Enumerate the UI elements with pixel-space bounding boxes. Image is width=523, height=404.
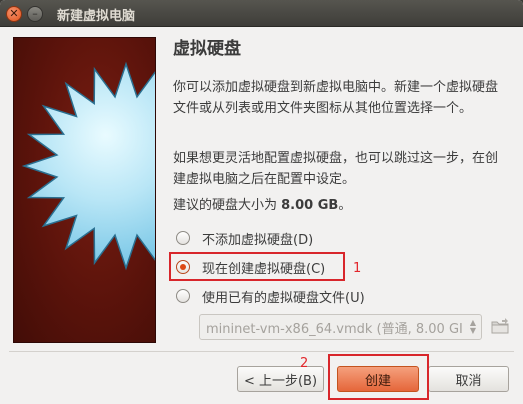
option-existing-disk-label: 使用已有的虚拟硬盘文件(U) bbox=[202, 290, 365, 306]
wizard-illustration bbox=[13, 37, 156, 343]
highlight-box-option bbox=[169, 252, 345, 281]
minimize-button[interactable]: – bbox=[27, 6, 43, 22]
cancel-button[interactable]: 取消 bbox=[428, 366, 509, 392]
combo-arrows-icon: ▲ ▼ bbox=[469, 318, 476, 335]
option-no-disk-label: 不添加虚拟硬盘(D) bbox=[202, 232, 314, 248]
annotation-mark-1: 1 bbox=[353, 261, 362, 276]
annotation-mark-2: 2 bbox=[300, 356, 309, 371]
recommended-size: 建议的硬盘大小为 8.00 GB。 bbox=[173, 195, 351, 216]
folder-icon bbox=[491, 318, 509, 334]
page-title: 虚拟硬盘 bbox=[173, 39, 241, 59]
close-icon: ✕ bbox=[9, 7, 19, 20]
skip-hint-paragraph: 如果想更灵活地配置虚拟硬盘，也可以跳过这一步，在创建虚拟电脑之后在配置中设定。 bbox=[173, 151, 499, 187]
starburst-icon bbox=[21, 61, 155, 271]
window-title: 新建虚拟电脑 bbox=[57, 9, 136, 24]
size-prefix: 建议的硬盘大小为 bbox=[173, 198, 282, 213]
title-bar: ✕ – 新建虚拟电脑 bbox=[0, 0, 523, 27]
radio-existing-disk[interactable] bbox=[176, 289, 190, 303]
description-paragraph: 你可以添加虚拟硬盘到新虚拟电脑中。新建一个虚拟硬盘文件或从列表或用文件夹图标从其… bbox=[173, 80, 499, 116]
wizard-window: ✕ – 新建虚拟电脑 虚拟硬盘 你可以添加虚拟硬盘到新虚拟电脑中。新建一个虚拟硬… bbox=[0, 0, 523, 404]
close-button[interactable]: ✕ bbox=[6, 6, 22, 22]
disk-file-combo-value: mininet-vm-x86_64.vmdk (普通, 8.00 GI bbox=[206, 321, 463, 337]
back-button[interactable]: < 上一步(B) bbox=[237, 366, 324, 392]
radio-no-disk[interactable] bbox=[176, 231, 190, 245]
size-suffix: 。 bbox=[338, 198, 352, 213]
option-existing-disk[interactable]: 使用已有的虚拟硬盘文件(U) bbox=[176, 285, 365, 307]
option-no-disk[interactable]: 不添加虚拟硬盘(D) bbox=[176, 227, 313, 249]
minimize-icon: – bbox=[32, 7, 38, 20]
disk-file-combo: mininet-vm-x86_64.vmdk (普通, 8.00 GI ▲ ▼ bbox=[199, 314, 482, 340]
size-value: 8.00 GB bbox=[281, 198, 339, 213]
button-separator bbox=[9, 351, 514, 352]
content-area: 虚拟硬盘 你可以添加虚拟硬盘到新虚拟电脑中。新建一个虚拟硬盘文件或从列表或用文件… bbox=[173, 37, 508, 213]
highlight-box-create bbox=[328, 354, 429, 400]
